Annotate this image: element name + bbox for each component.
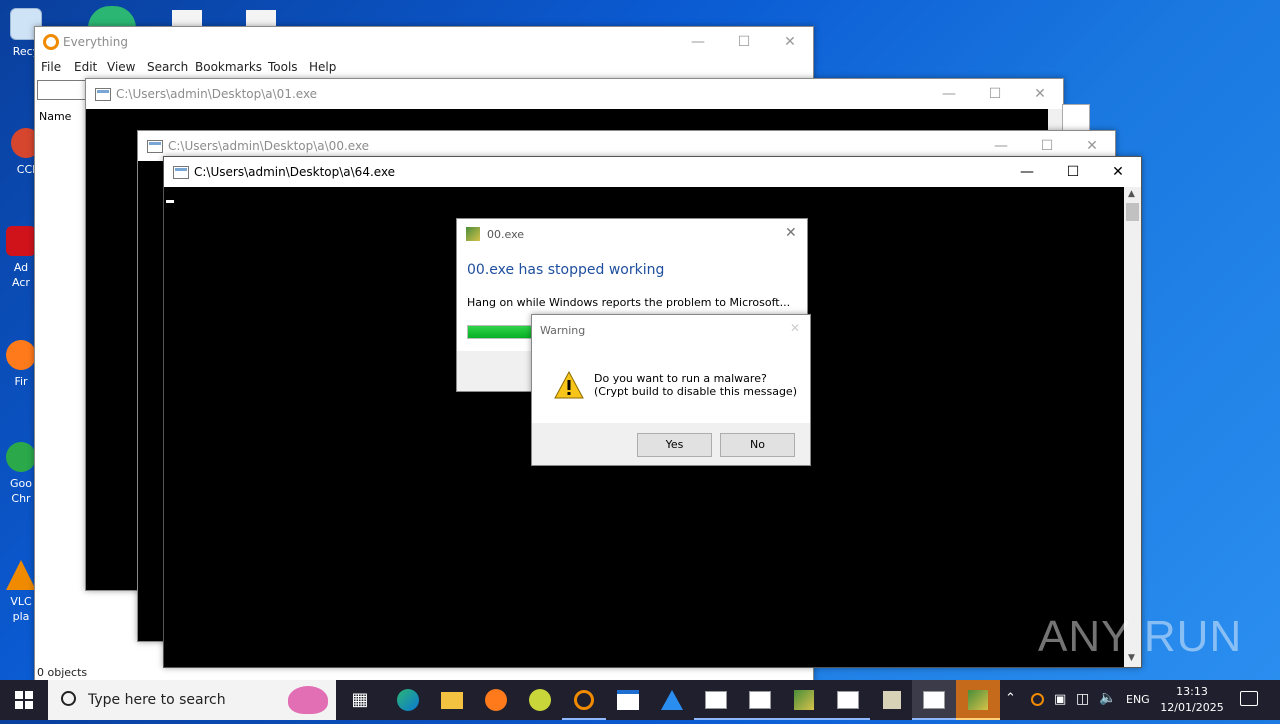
taskbar-app-icon[interactable]: [650, 680, 694, 720]
maximize-icon[interactable]: ☐: [721, 27, 767, 57]
show-hidden-icons[interactable]: ⌃: [1005, 691, 1016, 706]
window-title: C:\Users\admin\Desktop\a\01.exe: [116, 87, 318, 101]
adobe-acrobat-icon: [6, 226, 36, 256]
minimize-icon[interactable]: —: [1004, 157, 1050, 187]
taskbar-app-icon[interactable]: [870, 680, 914, 720]
taskbar-console-icon[interactable]: [738, 680, 782, 720]
everything-titlebar: Everything — ☐ ✕: [35, 27, 813, 57]
warning-line-1: Do you want to run a malware?: [594, 372, 767, 385]
menu-tools[interactable]: Tools: [268, 60, 298, 74]
taskbar-app-icon[interactable]: [518, 680, 562, 720]
taskbar-console-icon[interactable]: [826, 680, 870, 720]
scrollbar[interactable]: ▲ ▼: [1124, 187, 1141, 667]
taskbar-everything-icon[interactable]: [562, 680, 606, 720]
console-titlebar: C:\Users\admin\Desktop\a\64.exe — ☐ ✕: [164, 157, 1141, 187]
desktop-icon-label: CCl: [16, 163, 36, 176]
menu-search[interactable]: Search: [147, 60, 188, 74]
window-title: C:\Users\admin\Desktop\a\64.exe: [194, 165, 396, 179]
clock-time: 13:13: [1176, 685, 1208, 698]
taskbar-app-icon[interactable]: [956, 680, 1000, 720]
vlc-icon: [6, 560, 36, 590]
menu-view[interactable]: View: [107, 60, 135, 74]
cursor: [166, 200, 174, 203]
scroll-up-icon[interactable]: ▲: [1128, 189, 1135, 199]
desktop-icon-label: Ad Acr: [12, 261, 30, 289]
desktop-icon-label: Goo Chr: [10, 477, 32, 505]
menu-help[interactable]: Help: [309, 60, 336, 74]
desktop-icon-chrome[interactable]: Goo Chr: [6, 442, 36, 506]
taskbar: Type here to search ▦ ⌃ ▣ ◫ 🔈 ENG 13:13 …: [0, 680, 1280, 720]
taskbar-app-icon[interactable]: [782, 680, 826, 720]
start-button[interactable]: [2, 680, 46, 720]
clock[interactable]: 13:13 12/01/2025: [1160, 684, 1224, 716]
taskbar-edge-icon[interactable]: [386, 680, 430, 720]
taskbar-firefox-icon[interactable]: [474, 680, 518, 720]
minimize-icon[interactable]: —: [926, 79, 972, 109]
dialog-title: 00.exe: [487, 228, 525, 241]
close-icon[interactable]: ✕: [1017, 79, 1063, 109]
close-icon[interactable]: ✕: [790, 321, 800, 335]
warning-line-2: (Crypt build to disable this message): [594, 385, 797, 398]
maximize-icon[interactable]: ☐: [1050, 157, 1096, 187]
taskbar-explorer-icon[interactable]: [430, 680, 474, 720]
console-icon: [95, 88, 111, 101]
desktop-icon-adobe[interactable]: Ad Acr: [6, 226, 36, 290]
desktop-icon-label: VLC pla: [10, 595, 32, 623]
desktop-icon-firefox[interactable]: Fir: [6, 340, 36, 389]
desktop-icon-label: Fir: [14, 375, 28, 388]
taskbar-console-icon[interactable]: [912, 680, 956, 720]
window-edge: [1062, 104, 1090, 132]
language-indicator[interactable]: ENG: [1126, 693, 1150, 706]
search-placeholder: Type here to search: [88, 692, 226, 708]
console-icon: [173, 166, 189, 179]
tray-app-icon[interactable]: ▣: [1054, 692, 1066, 707]
task-view-icon[interactable]: ▦: [338, 680, 382, 720]
windows-logo-icon: [15, 691, 33, 709]
window-title: Everything: [63, 35, 128, 49]
taskbar-window-icon[interactable]: [606, 680, 650, 720]
menu-file[interactable]: File: [41, 60, 61, 74]
minimize-icon[interactable]: —: [675, 27, 721, 57]
dialog-title: Warning: [540, 324, 586, 337]
close-icon[interactable]: ✕: [785, 225, 797, 241]
volume-icon[interactable]: 🔈: [1099, 690, 1116, 706]
error-heading: 00.exe has stopped working: [467, 262, 665, 278]
warning-dialog: Warning ✕ Do you want to run a malware? …: [531, 314, 811, 466]
search-input[interactable]: [37, 80, 89, 100]
console-icon: [147, 140, 163, 153]
scrollbar-thumb[interactable]: [1126, 203, 1139, 221]
search-icon: [61, 691, 76, 706]
menu-bookmarks[interactable]: Bookmarks: [195, 60, 262, 74]
edge-desktop-icon[interactable]: [88, 6, 136, 28]
window-title: C:\Users\admin\Desktop\a\00.exe: [168, 139, 370, 153]
warning-icon: [554, 371, 584, 399]
notifications-icon[interactable]: [1240, 691, 1258, 706]
anyrun-watermark: ANY RUN: [1038, 612, 1243, 661]
network-icon[interactable]: ◫: [1076, 691, 1089, 707]
app-icon: [466, 227, 480, 241]
magnifier-icon: [43, 34, 59, 50]
chrome-icon: [6, 442, 36, 472]
menu-edit[interactable]: Edit: [74, 60, 97, 74]
desktop-icon-vlc[interactable]: VLC pla: [6, 560, 36, 624]
status-bar: 0 objects: [37, 666, 88, 679]
error-message: Hang on while Windows reports the proble…: [467, 296, 791, 309]
clock-date: 12/01/2025: [1160, 701, 1224, 714]
no-button[interactable]: No: [720, 433, 795, 457]
maximize-icon[interactable]: ☐: [972, 79, 1018, 109]
close-icon[interactable]: ✕: [1095, 157, 1141, 187]
console-titlebar: C:\Users\admin\Desktop\a\01.exe — ☐ ✕: [86, 79, 1063, 109]
yes-button[interactable]: Yes: [637, 433, 712, 457]
search-box[interactable]: Type here to search: [48, 680, 336, 720]
tray-everything-icon[interactable]: [1031, 693, 1044, 706]
close-icon[interactable]: ✕: [767, 27, 813, 57]
taskbar-console-icon[interactable]: [694, 680, 738, 720]
firefox-icon: [6, 340, 36, 370]
lotus-decoration-icon: [288, 686, 328, 714]
column-header-name[interactable]: Name: [39, 110, 71, 123]
